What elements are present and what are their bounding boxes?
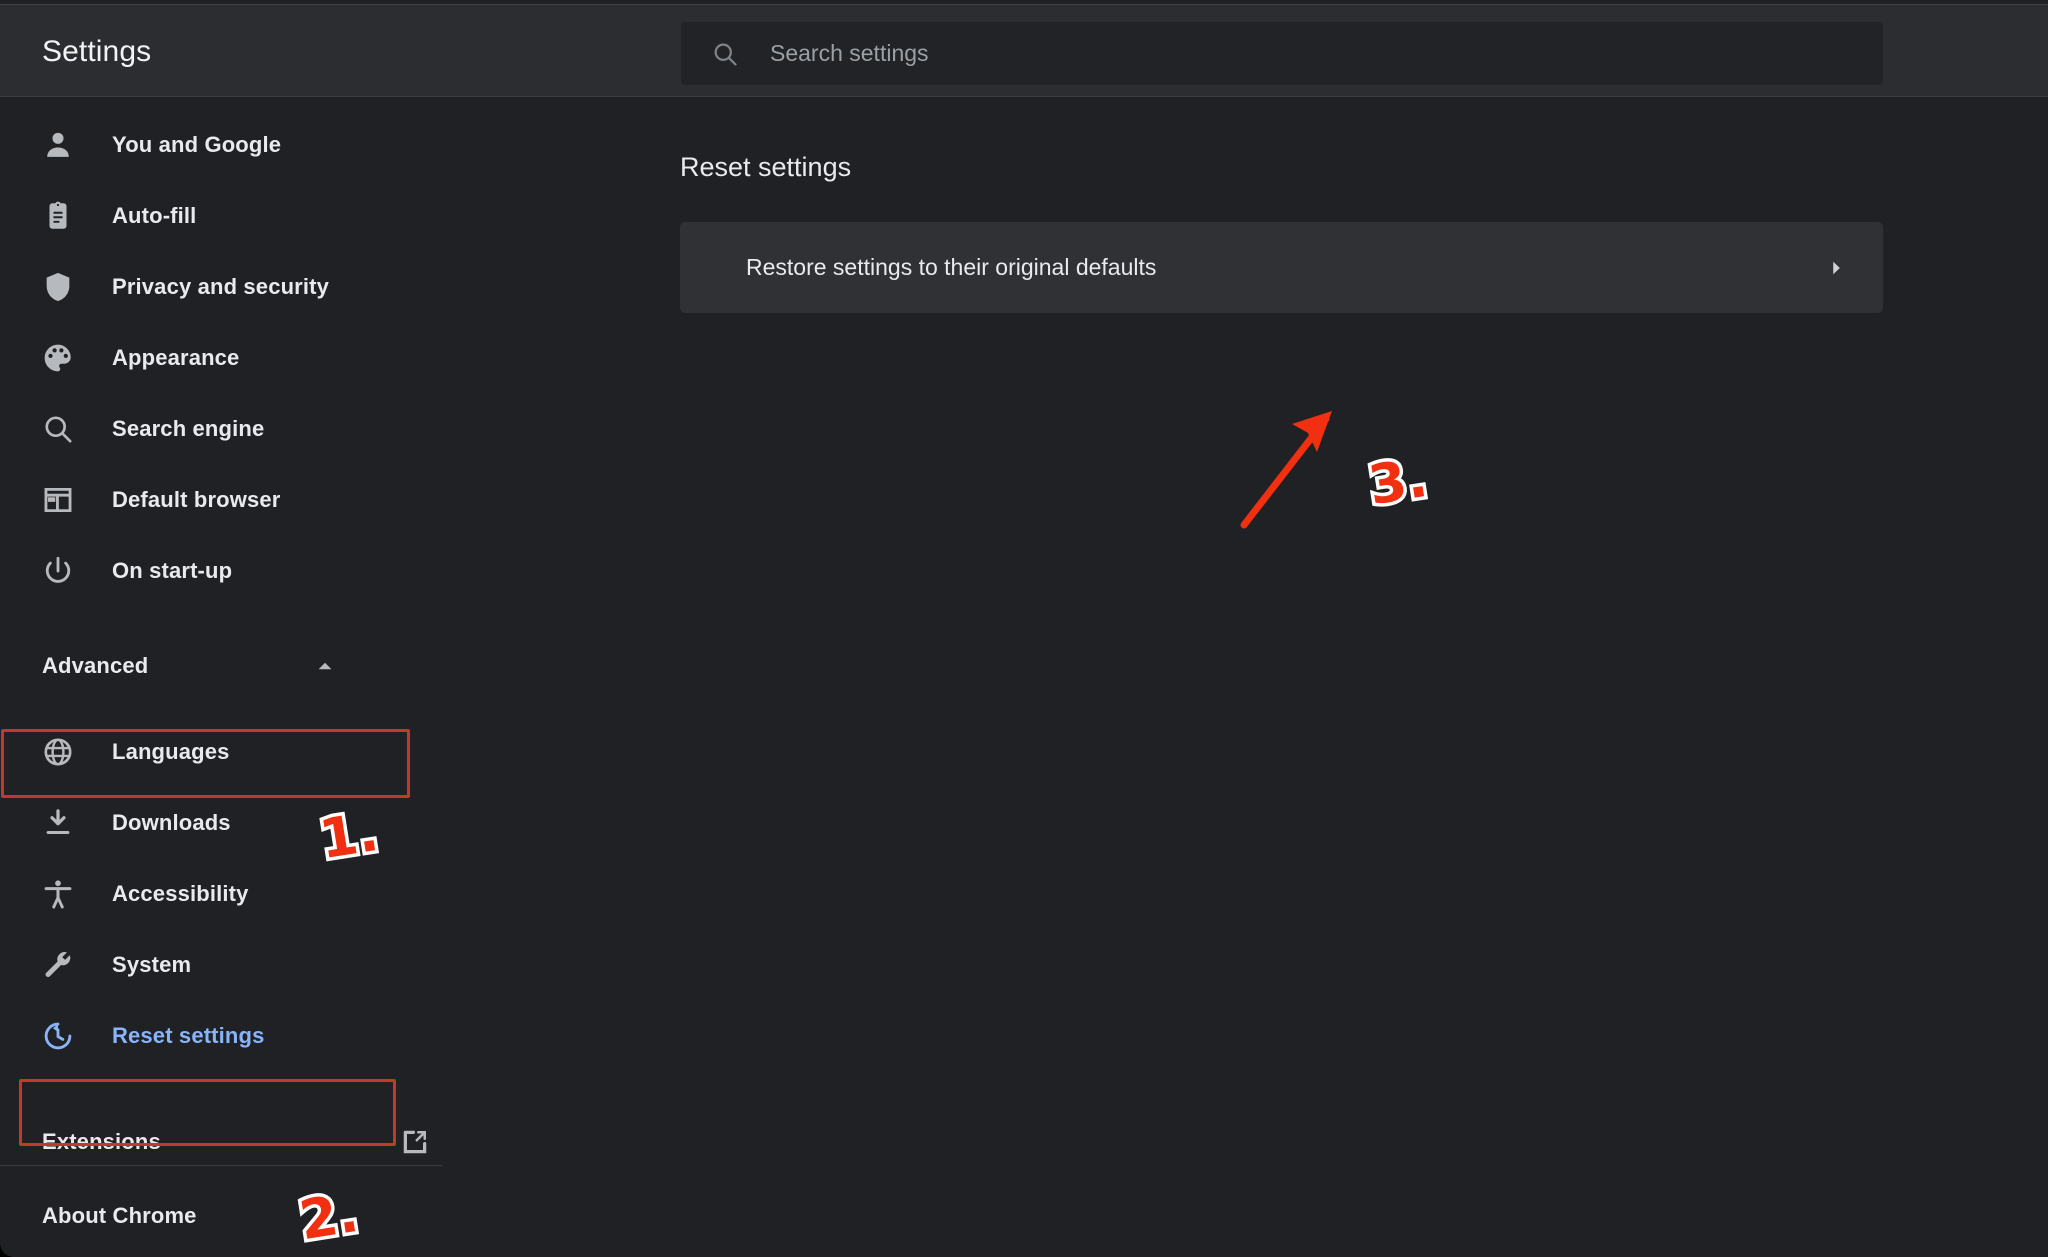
external-link-icon[interactable]: [400, 1127, 430, 1157]
sidebar-item-label: System: [112, 951, 192, 977]
search-icon: [41, 412, 75, 446]
red-arrow-icon: [1240, 411, 1332, 529]
download-icon: [41, 806, 75, 840]
sidebar-item-label: Extensions: [42, 1129, 161, 1154]
sidebar-item-downloads[interactable]: Downloads: [0, 787, 442, 858]
shield-icon: [41, 270, 75, 304]
sidebar-item-label: About Chrome: [42, 1203, 197, 1228]
sidebar-item-label: Reset settings: [112, 1022, 265, 1048]
sidebar: You and Google Auto-fill Privacy and sec…: [0, 97, 442, 1257]
settings-window: Settings You and Google Auto-fill: [0, 0, 2048, 1257]
sidebar-item-reset-settings[interactable]: Reset settings: [0, 1000, 442, 1071]
chevron-right-icon[interactable]: [1825, 257, 1847, 279]
accessibility-icon: [41, 877, 75, 911]
browser-window-icon: [41, 483, 75, 517]
clipboard-icon: [41, 199, 75, 233]
search-bar[interactable]: [681, 22, 1883, 85]
sidebar-item-label: Accessibility: [112, 880, 249, 906]
sidebar-item-search-engine[interactable]: Search engine: [0, 393, 442, 464]
globe-icon: [41, 735, 75, 769]
sidebar-item-about-chrome[interactable]: About Chrome: [0, 1179, 442, 1253]
search-icon: [711, 40, 739, 68]
palette-icon: [41, 341, 75, 375]
sidebar-advanced-toggle[interactable]: Advanced: [0, 632, 442, 700]
sidebar-item-label: Languages: [112, 738, 230, 764]
sidebar-item-default-browser[interactable]: Default browser: [0, 464, 442, 535]
restore-settings-label: Restore settings to their original defau…: [746, 254, 1157, 280]
annotation-step-3: 3.: [1361, 442, 1435, 520]
sidebar-item-label: Privacy and security: [112, 273, 330, 299]
sidebar-item-privacy-and-security[interactable]: Privacy and security: [0, 251, 442, 322]
app-header: Settings: [0, 4, 2048, 97]
sidebar-item-label: Search engine: [112, 415, 265, 441]
restore-settings-row[interactable]: Restore settings to their original defau…: [680, 222, 1883, 313]
sidebar-item-label: Default browser: [112, 486, 281, 512]
search-input[interactable]: [770, 40, 1883, 67]
sidebar-item-label: Downloads: [112, 809, 231, 835]
sidebar-item-label: You and Google: [112, 131, 282, 157]
sidebar-item-auto-fill[interactable]: Auto-fill: [0, 180, 442, 251]
sidebar-item-on-start-up[interactable]: On start-up: [0, 535, 442, 606]
sidebar-advanced-label: Advanced: [42, 653, 149, 678]
sidebar-item-accessibility[interactable]: Accessibility: [0, 858, 442, 929]
power-icon: [41, 554, 75, 588]
sidebar-item-languages[interactable]: Languages: [0, 716, 442, 787]
chevron-up-icon[interactable]: [314, 655, 336, 677]
main-content: Reset settings Restore settings to their…: [442, 97, 2048, 1257]
person-icon: [41, 128, 75, 162]
history-icon: [41, 1019, 75, 1053]
sidebar-item-appearance[interactable]: Appearance: [0, 322, 442, 393]
sidebar-item-system[interactable]: System: [0, 929, 442, 1000]
sidebar-item-label: On start-up: [112, 557, 233, 583]
sidebar-item-you-and-google[interactable]: You and Google: [0, 109, 442, 180]
wrench-icon: [41, 948, 75, 982]
sidebar-item-label: Auto-fill: [112, 202, 197, 228]
sidebar-item-extensions[interactable]: Extensions: [0, 1105, 442, 1179]
content-heading: Reset settings: [680, 152, 852, 182]
page-title: Settings: [42, 35, 152, 68]
sidebar-item-label: Appearance: [112, 344, 240, 370]
